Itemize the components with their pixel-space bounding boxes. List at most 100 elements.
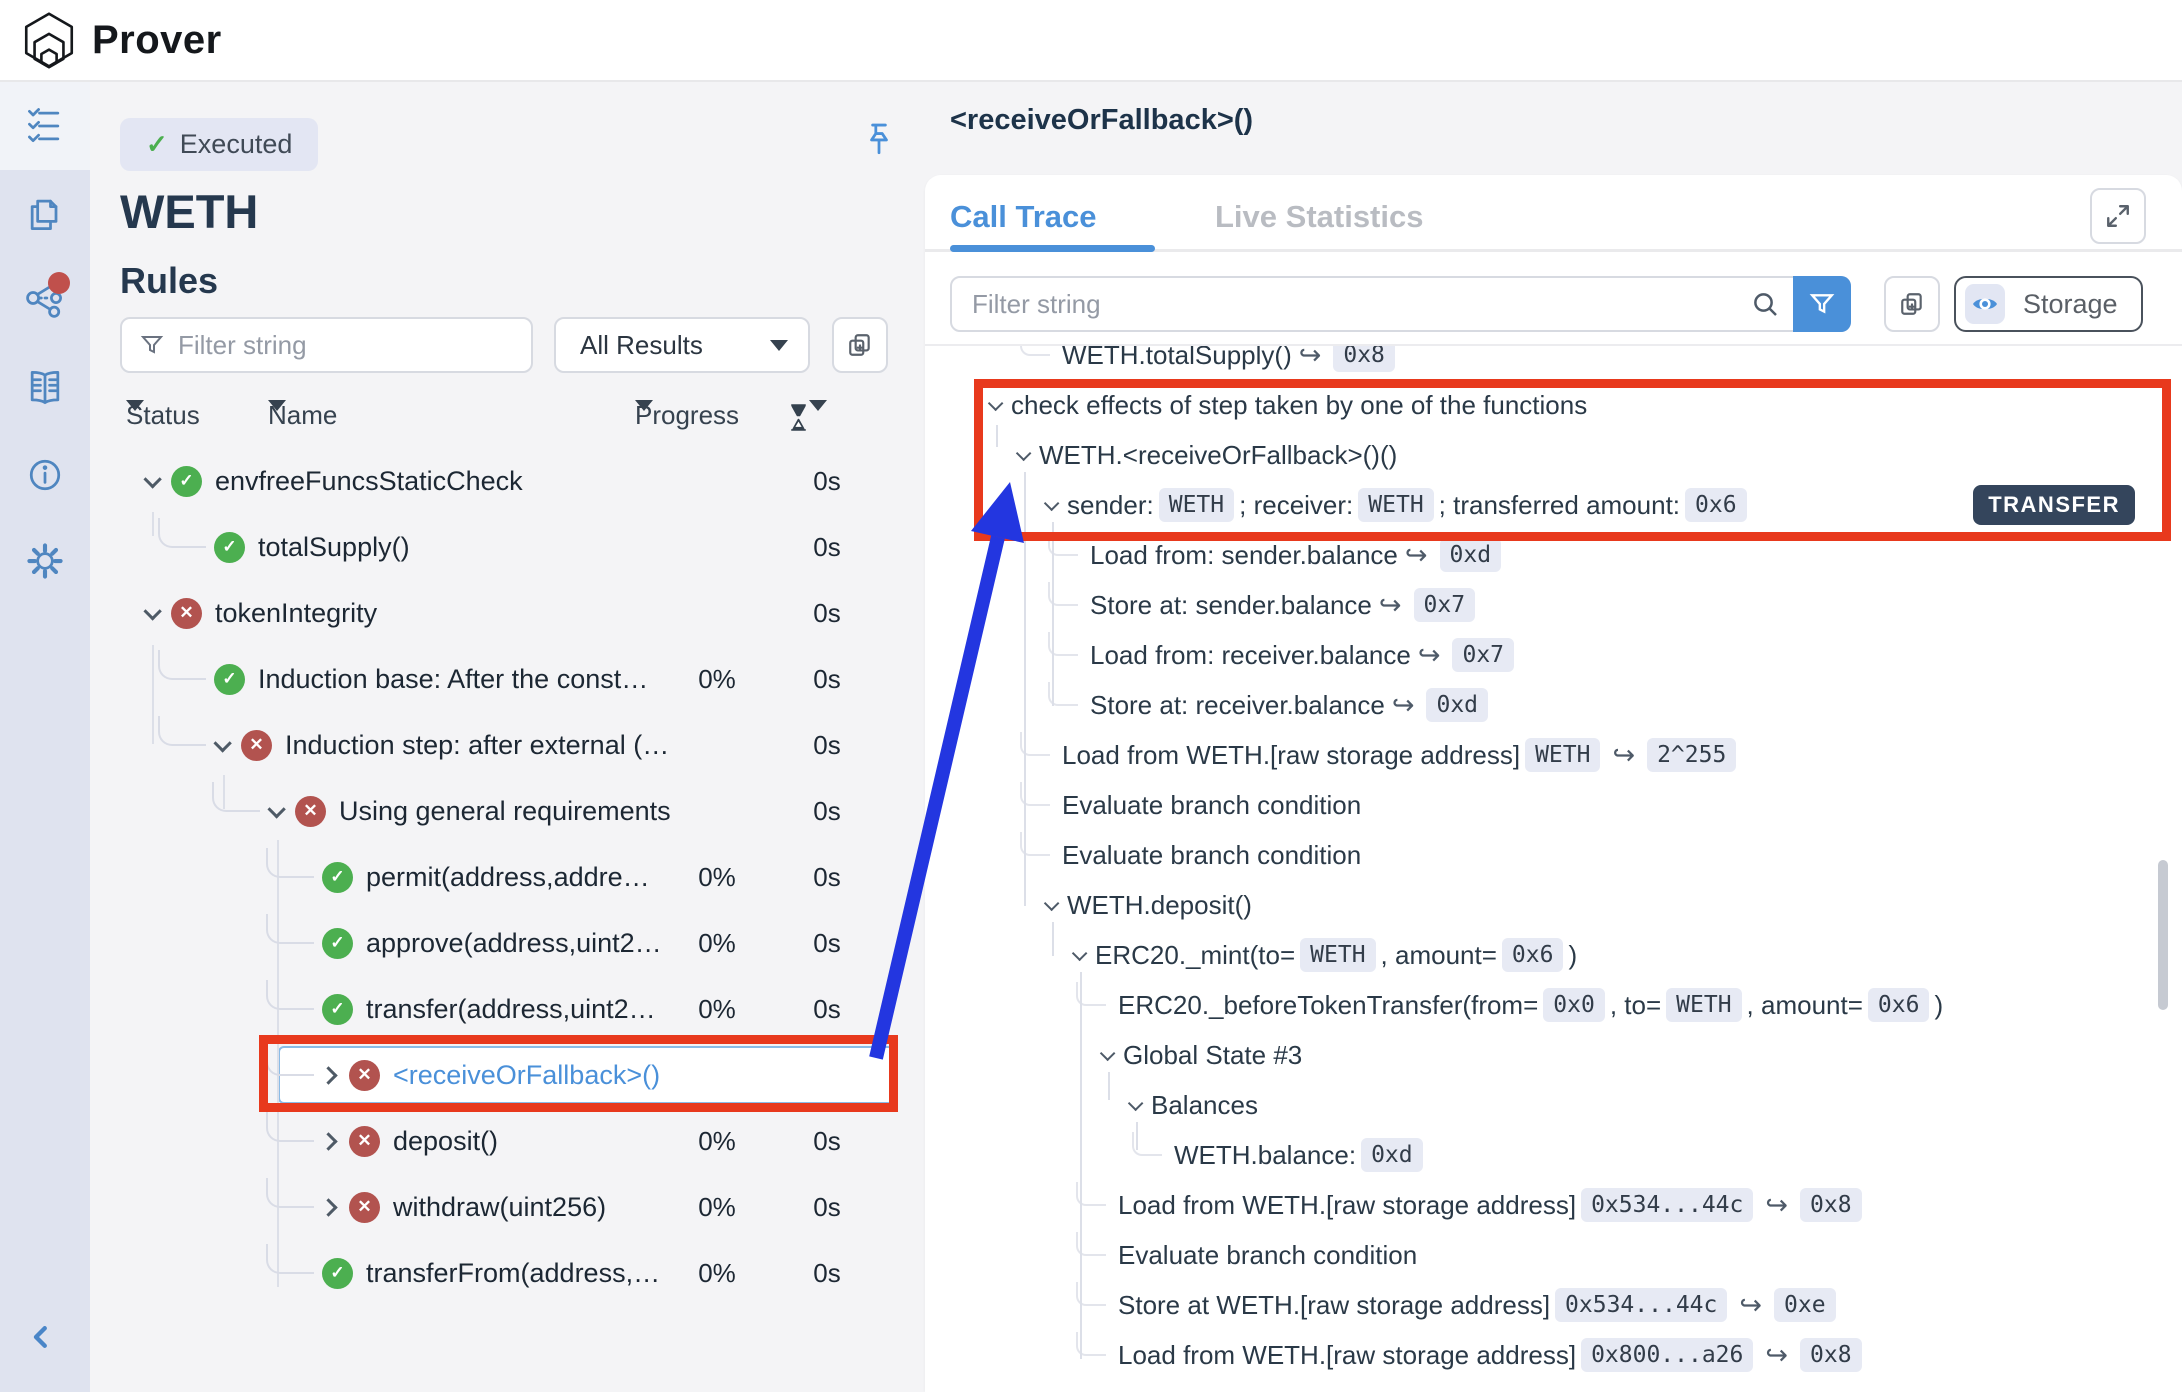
rule-row[interactable]: ✕deposit()0%0s [120, 1108, 900, 1174]
value-chip[interactable]: 0x534...44c [1581, 1188, 1753, 1222]
trace-row[interactable]: Load from: sender.balance ↪0xd [925, 530, 2180, 580]
chevron-down-icon[interactable] [1016, 445, 1032, 461]
sidebar-item-rules[interactable] [21, 102, 69, 150]
rule-name[interactable]: withdraw(uint256) [393, 1192, 606, 1223]
trace-row[interactable]: Evaluate branch condition [925, 780, 2180, 830]
results-dropdown[interactable]: All Results [554, 317, 810, 373]
rule-row[interactable]: ✓transfer(address,uint2…0%0s [120, 976, 900, 1042]
rule-name[interactable]: envfreeFuncsStaticCheck [215, 466, 523, 497]
trace-row[interactable]: WETH.balance: 0xd [925, 1130, 2180, 1180]
trace-row[interactable]: Balances [925, 1080, 2180, 1130]
rules-filter-input[interactable]: Filter string [120, 317, 533, 373]
rule-row[interactable]: ✓envfreeFuncsStaticCheck0s [120, 448, 900, 514]
expand-button[interactable] [2090, 188, 2146, 244]
trace-row[interactable]: Load from WETH.[raw storage address] 0x8… [925, 1330, 2180, 1380]
trace-row[interactable]: Store at: receiver.balance ↪0xd [925, 680, 2180, 730]
tab-call-trace[interactable]: Call Trace [950, 199, 1096, 235]
storage-toggle-button[interactable]: Storage [1954, 276, 2143, 332]
value-chip[interactable]: WETH [1358, 488, 1433, 522]
chevron-down-icon[interactable] [988, 395, 1004, 411]
trace-row[interactable]: check effects of step taken by one of th… [925, 380, 2180, 430]
trace-row[interactable]: sender: WETH; receiver: WETH; transferre… [925, 480, 2180, 530]
rule-row[interactable]: ✕tokenIntegrity0s [120, 580, 900, 646]
value-chip[interactable]: 2^255 [1647, 738, 1736, 772]
trace-row[interactable]: Evaluate branch condition [925, 830, 2180, 880]
trace-filter-funnel-button[interactable] [1793, 276, 1851, 332]
sidebar-collapse-button[interactable] [26, 1322, 56, 1352]
trace-row[interactable]: Store at WETH.[raw storage address] 0x53… [925, 1280, 2180, 1330]
trace-row[interactable]: ERC20._mint(to=WETH, amount=0x6) [925, 930, 2180, 980]
chevron-down-icon[interactable] [213, 734, 231, 752]
rule-row[interactable]: ✕withdraw(uint256)0%0s [120, 1174, 900, 1240]
rule-name[interactable]: Induction step: after external (… [285, 730, 669, 761]
trace-filter-input[interactable]: Filter string [950, 276, 1851, 332]
scrollbar-thumb[interactable] [2158, 860, 2168, 1010]
chevron-down-icon[interactable] [1072, 945, 1088, 961]
rule-row[interactable]: ✓approve(address,uint2…0%0s [120, 910, 900, 976]
value-chip[interactable]: 0xe [1774, 1288, 1836, 1322]
value-chip[interactable]: 0xd [1361, 1138, 1423, 1172]
sidebar-item-files[interactable] [21, 190, 69, 238]
copy-trace-button[interactable] [1884, 276, 1940, 332]
value-chip[interactable]: 0x7 [1414, 588, 1476, 622]
rule-name[interactable]: deposit() [393, 1126, 498, 1157]
chevron-down-icon[interactable] [143, 602, 161, 620]
trace-row[interactable]: Global State #3 [925, 1030, 2180, 1080]
chevron-down-icon[interactable] [267, 800, 285, 818]
value-chip[interactable]: 0x8 [1800, 1188, 1862, 1222]
sidebar-item-info[interactable] [21, 451, 69, 499]
rule-name[interactable]: transferFrom(address,… [366, 1258, 660, 1289]
rule-row[interactable]: ✓Induction base: After the const…0%0s [120, 646, 900, 712]
trace-row[interactable]: Store at: sender.balance ↪0x7 [925, 580, 2180, 630]
rule-row[interactable]: ✓permit(address,addre…0%0s [120, 844, 900, 910]
chevron-down-icon[interactable] [1044, 895, 1060, 911]
value-chip[interactable]: WETH [1525, 738, 1600, 772]
chevron-down-icon[interactable] [1128, 1095, 1144, 1111]
rule-name[interactable]: totalSupply() [258, 532, 410, 563]
rule-name[interactable]: permit(address,addre… [366, 862, 650, 893]
rule-row[interactable]: ✕<receiveOrFallback>() [120, 1042, 900, 1108]
copy-rules-button[interactable] [832, 317, 888, 373]
value-chip[interactable]: 0x8 [1800, 1338, 1862, 1372]
trace-row[interactable]: Load from: receiver.balance ↪0x7 [925, 630, 2180, 680]
chevron-down-icon[interactable] [143, 470, 161, 488]
sidebar-item-settings[interactable] [21, 537, 69, 585]
rule-name[interactable]: approve(address,uint2… [366, 928, 662, 959]
value-chip[interactable]: WETH [1300, 938, 1375, 972]
value-chip[interactable]: WETH [1666, 988, 1741, 1022]
rule-row[interactable]: ✕Using general requirements0s [120, 778, 900, 844]
value-chip[interactable]: 0xd [1440, 538, 1502, 572]
rule-name[interactable]: Using general requirements [339, 796, 671, 827]
value-chip[interactable]: 0x6 [1868, 988, 1930, 1022]
rule-name[interactable]: <receiveOrFallback>() [393, 1060, 660, 1091]
value-chip[interactable]: 0x6 [1502, 938, 1564, 972]
column-duration[interactable] [788, 400, 809, 431]
trace-row[interactable]: Load from WETH.[raw storage address] WET… [925, 730, 2180, 780]
trace-row[interactable]: WETH.totalSupply() ↪0x8 [925, 346, 2180, 380]
rule-name[interactable]: transfer(address,uint2… [366, 994, 656, 1025]
chevron-down-icon[interactable] [1044, 495, 1060, 511]
tab-live-statistics[interactable]: Live Statistics [1215, 199, 1423, 235]
chevron-down-icon[interactable] [1100, 1045, 1116, 1061]
chevron-right-icon[interactable] [319, 1132, 337, 1150]
rule-name[interactable]: tokenIntegrity [215, 598, 377, 629]
rule-name[interactable]: Induction base: After the const… [258, 664, 648, 695]
value-chip[interactable]: 0xd [1426, 688, 1488, 722]
value-chip[interactable]: 0x0 [1543, 988, 1605, 1022]
value-chip[interactable]: 0x7 [1452, 638, 1514, 672]
pin-button[interactable] [858, 118, 900, 164]
value-chip[interactable]: 0x6 [1685, 488, 1747, 522]
trace-row[interactable]: ERC20._beforeTokenTransfer(from=0x0, to=… [925, 980, 2180, 1030]
value-chip[interactable]: 0x800...a26 [1581, 1338, 1753, 1372]
value-chip[interactable]: WETH [1159, 488, 1234, 522]
value-chip[interactable]: 0x534...44c [1555, 1288, 1727, 1322]
trace-row[interactable]: Evaluate branch condition [925, 1230, 2180, 1280]
chevron-right-icon[interactable] [319, 1066, 337, 1084]
rule-row[interactable]: ✕Induction step: after external (…0s [120, 712, 900, 778]
trace-row[interactable]: WETH.deposit() [925, 880, 2180, 930]
value-chip[interactable]: 0x8 [1333, 346, 1395, 372]
chevron-right-icon[interactable] [319, 1198, 337, 1216]
trace-row[interactable]: WETH.<receiveOrFallback>()() [925, 430, 2180, 480]
sidebar-item-documentation[interactable] [21, 364, 69, 412]
rule-row[interactable]: ✓transferFrom(address,…0%0s [120, 1240, 900, 1306]
